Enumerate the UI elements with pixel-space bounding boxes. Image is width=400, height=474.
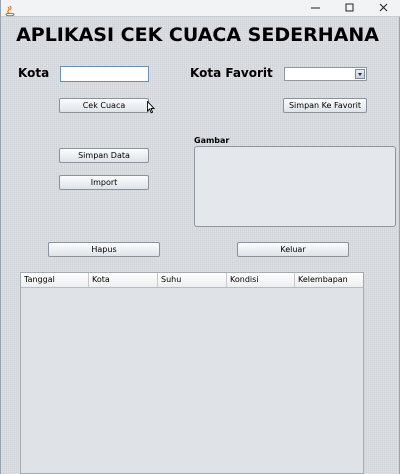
- table-header: Tanggal Kota Suhu Kondisi Kelembapan: [21, 273, 363, 288]
- close-button[interactable]: [367, 0, 400, 16]
- simpan-data-button[interactable]: Simpan Data: [59, 148, 149, 163]
- gambar-label: Gambar: [194, 136, 230, 145]
- column-header-kondisi[interactable]: Kondisi: [227, 273, 295, 287]
- minimize-icon: [311, 7, 320, 9]
- column-header-kelembapan[interactable]: Kelembapan: [295, 273, 363, 287]
- kota-favorit-label: Kota Favorit: [190, 66, 273, 80]
- kota-input[interactable]: [60, 66, 149, 82]
- simpan-ke-favorit-button[interactable]: Simpan Ke Favorit: [283, 98, 367, 113]
- minimize-button[interactable]: [299, 0, 333, 16]
- maximize-icon: [345, 3, 354, 12]
- data-table[interactable]: Tanggal Kota Suhu Kondisi Kelembapan: [20, 272, 364, 474]
- mouse-cursor-icon: [147, 99, 156, 118]
- chevron-down-icon[interactable]: [355, 69, 365, 79]
- hapus-button[interactable]: Hapus: [48, 242, 160, 257]
- close-icon: [379, 3, 388, 12]
- column-header-tanggal[interactable]: Tanggal: [21, 273, 89, 287]
- maximize-button[interactable]: [333, 0, 367, 16]
- image-preview-panel: [194, 146, 396, 227]
- page-title: APLIKASI CEK CUACA SEDERHANA: [16, 24, 379, 46]
- kota-favorit-select[interactable]: [284, 67, 367, 81]
- cek-cuaca-button[interactable]: Cek Cuaca: [59, 98, 149, 113]
- import-button[interactable]: Import: [59, 175, 149, 190]
- title-bar: [1, 0, 400, 17]
- column-header-suhu[interactable]: Suhu: [158, 273, 227, 287]
- kota-label: Kota: [18, 66, 50, 80]
- column-header-kota[interactable]: Kota: [89, 273, 158, 287]
- keluar-button[interactable]: Keluar: [237, 242, 349, 257]
- java-app-icon: [4, 2, 16, 17]
- app-window: APLIKASI CEK CUACA SEDERHANA Kota Kota F…: [0, 0, 400, 474]
